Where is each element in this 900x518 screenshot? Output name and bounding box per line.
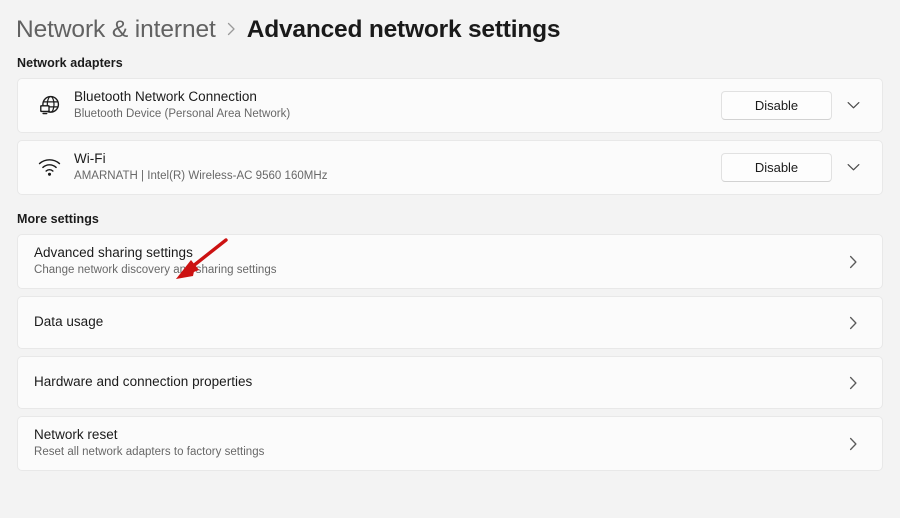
adapter-text-wifi: Wi-Fi AMARNATH | Intel(R) Wireless-AC 95… xyxy=(74,151,721,183)
breadcrumb-parent-link[interactable]: Network & internet xyxy=(16,16,216,44)
globe-computer-icon xyxy=(34,94,64,117)
setting-subtitle: Change network discovery and sharing set… xyxy=(34,264,277,277)
section-heading-more-settings: More settings xyxy=(17,212,99,226)
adapter-subtitle: Bluetooth Device (Personal Area Network) xyxy=(74,108,291,121)
adapter-row-wifi[interactable]: Wi-Fi AMARNATH | Intel(R) Wireless-AC 95… xyxy=(17,140,883,195)
chevron-right-icon[interactable] xyxy=(840,431,866,457)
setting-text: Network reset Reset all network adapters… xyxy=(34,427,840,459)
setting-title: Hardware and connection properties xyxy=(34,374,253,390)
adapter-text-bluetooth: Bluetooth Network Connection Bluetooth D… xyxy=(74,89,721,121)
adapter-row-bluetooth[interactable]: Bluetooth Network Connection Bluetooth D… xyxy=(17,78,883,133)
chevron-right-icon xyxy=(227,22,236,40)
more-settings-list: Advanced sharing settings Change network… xyxy=(0,234,900,471)
chevron-down-icon[interactable] xyxy=(838,91,868,121)
network-adapters-list: Bluetooth Network Connection Bluetooth D… xyxy=(0,78,900,195)
adapter-title: Bluetooth Network Connection xyxy=(74,89,257,105)
setting-text: Data usage xyxy=(34,314,840,331)
setting-title: Data usage xyxy=(34,314,104,330)
setting-text: Hardware and connection properties xyxy=(34,374,840,391)
page-title: Advanced network settings xyxy=(246,15,561,43)
chevron-right-icon[interactable] xyxy=(840,370,866,396)
setting-subtitle: Reset all network adapters to factory se… xyxy=(34,446,265,459)
section-heading-network-adapters: Network adapters xyxy=(17,56,123,70)
breadcrumb: Network & internet Advanced network sett… xyxy=(0,0,900,48)
adapter-title: Wi-Fi xyxy=(74,151,106,167)
disable-button-bluetooth[interactable]: Disable xyxy=(721,91,832,120)
chevron-right-icon[interactable] xyxy=(840,310,866,336)
setting-row-data-usage[interactable]: Data usage xyxy=(17,296,883,349)
chevron-right-icon[interactable] xyxy=(840,249,866,275)
setting-title: Advanced sharing settings xyxy=(34,245,193,261)
disable-button-wifi[interactable]: Disable xyxy=(721,153,832,182)
setting-row-network-reset[interactable]: Network reset Reset all network adapters… xyxy=(17,416,883,471)
setting-text: Advanced sharing settings Change network… xyxy=(34,245,840,277)
setting-title: Network reset xyxy=(34,427,118,443)
chevron-down-icon[interactable] xyxy=(838,153,868,183)
setting-row-advanced-sharing-settings[interactable]: Advanced sharing settings Change network… xyxy=(17,234,883,289)
setting-row-hardware-and-connection-properties[interactable]: Hardware and connection properties xyxy=(17,356,883,409)
wifi-icon xyxy=(34,158,64,177)
adapter-subtitle: AMARNATH | Intel(R) Wireless-AC 9560 160… xyxy=(74,170,328,183)
